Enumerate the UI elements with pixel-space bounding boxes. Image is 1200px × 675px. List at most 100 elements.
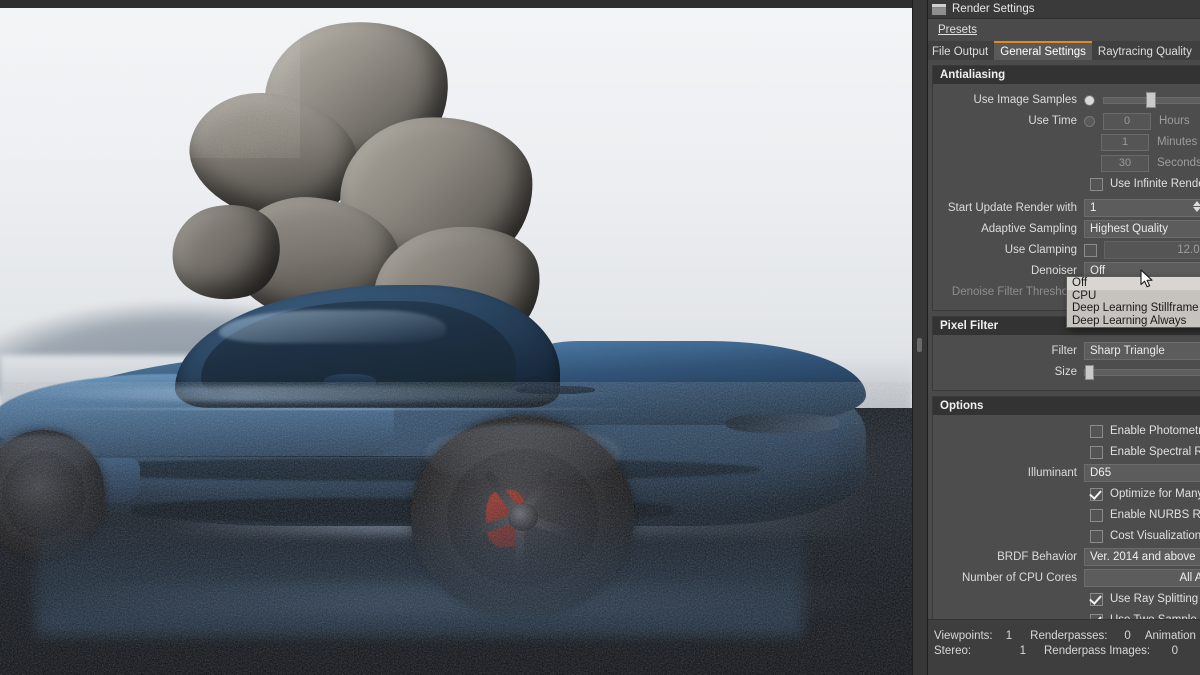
radio-use-time[interactable] (1084, 115, 1095, 127)
label-filter-size: Size (1054, 366, 1077, 378)
label-start-update-render: Start Update Render with (947, 202, 1077, 214)
car-glass-highlight (218, 309, 447, 344)
label-enable-nurbs: Enable NURBS Raytracing (1110, 509, 1200, 521)
label-seconds-unit: Seconds (1157, 157, 1200, 169)
panel-title: Render Settings (952, 3, 1035, 15)
section-antialiasing-header: Antialiasing (933, 66, 1200, 84)
checkbox-cost-visualization[interactable] (1090, 529, 1103, 543)
input-illuminant[interactable]: D65 (1084, 464, 1200, 482)
label-ray-splitting: Use Ray Splitting (1110, 593, 1199, 605)
row-enable-nurbs: Enable NURBS Raytracing (937, 505, 1200, 525)
input-cpu-cores[interactable]: All Av (1084, 569, 1200, 587)
row-seconds: 30 Seconds (937, 153, 1200, 173)
dropdown-pixel-filter[interactable]: Sharp Triangle (1084, 342, 1200, 360)
panel-splitter[interactable] (912, 0, 928, 675)
panel-content: Antialiasing Use Image Samples Use Time … (926, 60, 1200, 619)
panel-titlebar: Render Settings (926, 0, 1200, 19)
adaptive-sampling-value: Highest Quality (1090, 223, 1168, 235)
slider-image-samples[interactable] (1103, 92, 1200, 108)
label-cost-visualization: Cost Visualization (1110, 530, 1200, 542)
label-adaptive-sampling: Adaptive Sampling (981, 223, 1077, 235)
row-enable-spectral: Enable Spectral Raytracing (937, 442, 1200, 462)
dropdown-option-cpu[interactable]: CPU (1067, 290, 1200, 303)
application-window: Render Settings Presets File Output Gene… (0, 0, 1200, 675)
label-viewpoints: Viewpoints: (934, 629, 993, 642)
label-use-time: Use Time (1028, 115, 1077, 127)
car-air-vent (516, 385, 595, 394)
checkbox-use-clamping[interactable] (1084, 243, 1097, 257)
row-ray-splitting: Use Ray Splitting (937, 589, 1200, 609)
checkbox-enable-nurbs[interactable] (1090, 508, 1103, 522)
row-use-clamping: Use Clamping 12.00 (937, 240, 1200, 260)
label-stereo: Stereo: (934, 644, 972, 657)
row-enable-photometric: Enable Photometric Param (937, 421, 1200, 441)
radio-use-image-samples[interactable] (1084, 94, 1095, 106)
slider-knob[interactable] (1085, 364, 1095, 380)
dropdown-option-deep-learning-stillframe[interactable]: Deep Learning Stillframe (1067, 302, 1200, 315)
row-brdf-behavior: BRDF Behavior Ver. 2014 and above (937, 547, 1200, 567)
render-settings-panel: Render Settings Presets File Output Gene… (926, 0, 1200, 675)
menu-item-presets-label: Presets (938, 24, 977, 36)
input-minutes[interactable]: 1 (1101, 133, 1149, 151)
checkbox-infinite-rendering[interactable] (1090, 177, 1103, 191)
splitter-grip[interactable] (917, 338, 922, 352)
tire-highlight (0, 435, 98, 475)
car-ground-reflection (36, 474, 803, 635)
row-infinite-rendering: Use Infinite Rendering in V (937, 174, 1200, 194)
car-body-crease (8, 407, 639, 410)
row-cpu-cores: Number of CPU Cores All Av (937, 568, 1200, 588)
label-brdf-behavior: BRDF Behavior (997, 551, 1077, 563)
panel-tab-bar: File Output General Settings Raytracing … (926, 41, 1200, 62)
label-optimize-many-lights: Optimize for Many Light S (1110, 488, 1200, 500)
car-tail-light (726, 413, 841, 434)
value-stereo: 1 (1019, 644, 1026, 657)
label-denoise-filter-threshold: Denoise Filter Threshold (951, 286, 1077, 298)
input-start-update-render[interactable]: 1 (1084, 199, 1200, 217)
dropdown-option-deep-learning-always[interactable]: Deep Learning Always (1067, 315, 1200, 328)
value-renderpass-images: 0 (1171, 644, 1178, 657)
section-options-header: Options (933, 397, 1200, 415)
checkbox-ray-splitting[interactable] (1090, 592, 1103, 606)
row-cost-visualization: Cost Visualization (937, 526, 1200, 546)
dropdown-adaptive-sampling[interactable]: Highest Quality (1084, 220, 1200, 238)
row-optimize-many-lights: Optimize for Many Light S (937, 484, 1200, 504)
tab-general-settings[interactable]: General Settings (994, 41, 1092, 61)
label-use-image-samples: Use Image Samples (973, 94, 1077, 106)
clapperboard-icon (932, 3, 946, 15)
input-hours[interactable]: 0 (1103, 112, 1151, 130)
label-renderpasses: Renderpasses: (1030, 629, 1108, 642)
render-viewport[interactable] (0, 0, 912, 675)
viewport-top-bar (0, 0, 912, 8)
spinner-arrows[interactable] (1193, 201, 1200, 212)
row-illuminant: Illuminant D65 (937, 463, 1200, 483)
input-clamping-value[interactable]: 12.00 (1104, 241, 1200, 259)
checkbox-optimize-many-lights[interactable] (1090, 487, 1103, 501)
dropdown-brdf-behavior[interactable]: Ver. 2014 and above (1084, 548, 1200, 566)
checkbox-enable-photometric[interactable] (1090, 424, 1103, 438)
slider-track (1084, 368, 1200, 376)
value-viewpoints: 1 (1005, 629, 1013, 642)
row-start-update-render: Start Update Render with 1 s (937, 198, 1200, 218)
rendered-scene-image (0, 8, 912, 675)
row-minutes: 1 Minutes (937, 132, 1200, 152)
dropdown-option-off[interactable]: Off (1067, 277, 1200, 290)
pixel-filter-value: Sharp Triangle (1090, 345, 1165, 357)
tab-raytracing-quality[interactable]: Raytracing Quality (1092, 41, 1198, 61)
section-antialiasing: Antialiasing Use Image Samples Use Time … (932, 65, 1200, 311)
row-two-sample-mis: Use Two Sample MIS (937, 610, 1200, 619)
label-denoiser: Denoiser (1030, 265, 1077, 277)
status-line-2: Stereo: 1 Renderpass Images: 0 (934, 643, 1200, 658)
denoiser-dropdown-list[interactable]: Off CPU Deep Learning Stillframe Deep Le… (1066, 276, 1200, 328)
spinner-down-icon (1193, 207, 1200, 212)
slider-knob[interactable] (1145, 92, 1156, 108)
slider-filter-size[interactable] (1084, 364, 1200, 380)
label-illuminant: Illuminant (1027, 467, 1077, 479)
label-animation-frames: Animation Fram (1144, 629, 1200, 642)
status-line-1: Viewpoints: 1 Renderpasses: 0 Animation … (934, 628, 1200, 643)
tab-file-output[interactable]: File Output (926, 41, 994, 61)
checkbox-enable-spectral[interactable] (1090, 445, 1103, 459)
input-seconds[interactable]: 30 (1101, 154, 1149, 172)
row-filter: Filter Sharp Triangle (937, 341, 1200, 361)
value-renderpasses: 0 (1124, 629, 1131, 642)
menu-item-presets[interactable]: Presets (934, 22, 981, 38)
